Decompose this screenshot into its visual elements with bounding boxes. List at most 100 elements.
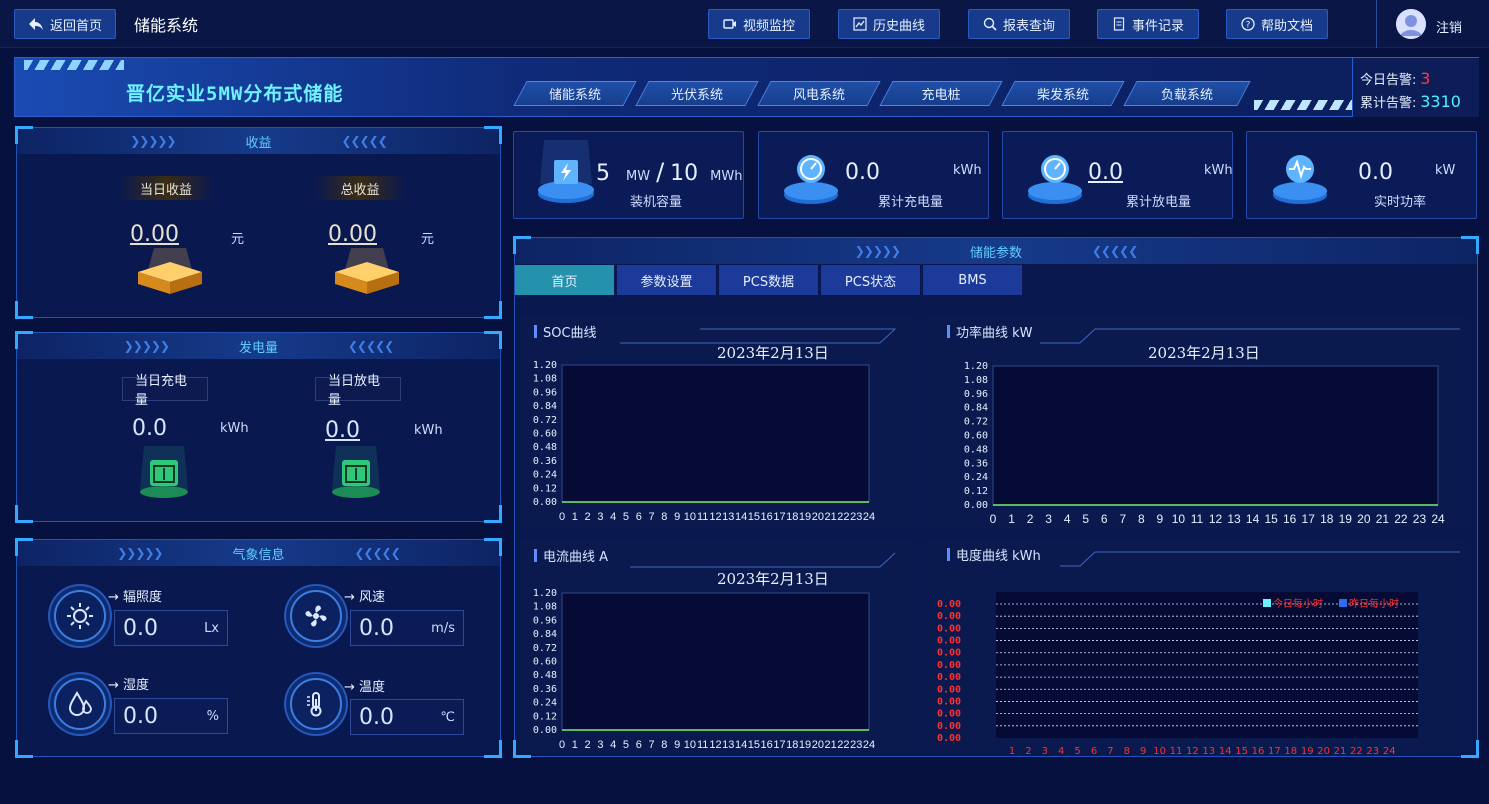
x-tick-label: 11 <box>1170 746 1183 756</box>
decorative-stripes <box>1254 100 1352 110</box>
x-tick-label: 20 <box>812 739 824 751</box>
nav-video-monitor-button[interactable]: 视频监控 <box>708 9 810 39</box>
x-tick-label: 0 <box>559 511 565 523</box>
today-income-label: 当日收益 <box>118 176 214 200</box>
x-tick-label: 15 <box>748 739 760 751</box>
x-tick-label: 16 <box>761 739 773 751</box>
x-tick-label: 17 <box>773 739 785 751</box>
x-tick-label: 17 <box>1268 746 1281 756</box>
y-tick-label: 0.24 <box>533 470 557 481</box>
y-tick-label: 0.84 <box>533 401 557 412</box>
tab-pcs-status[interactable]: PCS状态 <box>821 265 921 295</box>
back-home-button[interactable]: 返回首页 <box>14 9 116 39</box>
x-tick-label: 6 <box>636 739 642 751</box>
x-tick-label: 23 <box>1413 512 1427 526</box>
humidity-value: 0.0 <box>123 703 158 729</box>
today-income-unit: 元 <box>231 232 245 247</box>
y-tick-label: 0.36 <box>533 684 557 695</box>
plot-area <box>561 592 870 731</box>
current-chart: 1.20 1.08 0.96 0.84 0.72 0.60 0.48 0.36 0.24 0.12… <box>533 588 875 751</box>
x-tick-label: 6 <box>1091 746 1097 756</box>
x-tick-label: 3 <box>597 739 603 751</box>
x-tick-label: 21 <box>825 739 837 751</box>
today-charge-unit: kWh <box>220 421 249 436</box>
capacity-power-unit: MW <box>626 169 651 184</box>
system-tab-label: 柴发系统 <box>1036 88 1089 103</box>
storage-params-header: ❯❯❯❯❯ 储能参数 ❮❮❮❮❮ <box>515 238 1477 264</box>
plot-area <box>992 365 1439 506</box>
svg-text:?: ? <box>1246 21 1251 31</box>
today-alarm-count: 3 <box>1420 69 1431 88</box>
total-alarm[interactable]: 累计告警: 3310 <box>1360 92 1461 111</box>
power-chart: 1.20 1.08 0.96 0.84 0.72 0.60 0.48 0.36 0.24 0.12… <box>964 361 1445 526</box>
system-tab-wind[interactable]: 风电系统 <box>757 81 881 106</box>
tab-param-settings[interactable]: 参数设置 <box>617 265 717 295</box>
logout-link[interactable]: 注销 <box>1436 17 1462 36</box>
title-underline <box>630 552 896 568</box>
trend-chart-icon <box>853 17 867 31</box>
nav-help-docs-button[interactable]: ? 帮助文档 <box>1226 9 1328 39</box>
tab-home[interactable]: 首页 <box>515 265 615 295</box>
income-panel-header: ❯❯❯❯❯ 收益 ❮❮❮❮❮ <box>17 128 500 154</box>
system-tab-diesel[interactable]: 柴发系统 <box>1001 81 1125 106</box>
x-tick-label: 23 <box>850 739 862 751</box>
soc-chart-title: SOC曲线 <box>534 322 597 341</box>
thermometer-icon <box>290 678 342 730</box>
today-discharge-value: 0.0 <box>325 418 360 443</box>
nav-event-log-button[interactable]: 事件记录 <box>1097 9 1199 39</box>
x-tick-label: 4 <box>610 511 616 523</box>
x-tick-label: 18 <box>1320 512 1334 526</box>
x-tick-label: 12 <box>709 739 721 751</box>
total-income-value: 0.00 <box>328 222 377 247</box>
today-discharge-label: 当日放电量 <box>315 374 401 408</box>
x-tick-label: 9 <box>674 739 680 751</box>
system-tab-charging[interactable]: 充电桩 <box>879 81 1003 106</box>
nav-report-query-button[interactable]: 报表查询 <box>968 9 1070 39</box>
y-tick-label: 0.00 <box>937 611 961 622</box>
avatar[interactable] <box>1396 9 1426 39</box>
humidity-unit: % <box>206 708 219 724</box>
x-tick-label: 21 <box>825 511 837 523</box>
y-tick-label: 0.48 <box>533 670 557 681</box>
x-tick-label: 19 <box>1301 746 1314 756</box>
x-tick-label: 18 <box>786 511 798 523</box>
tab-pcs-data[interactable]: PCS数据 <box>719 265 819 295</box>
x-tick-label: 16 <box>1252 746 1265 756</box>
temperature-unit: ℃ <box>440 709 455 725</box>
x-tick-label: 0 <box>559 739 565 751</box>
realtime-power-unit: kW <box>1435 163 1456 178</box>
y-tick-label: 1.20 <box>533 588 557 599</box>
system-tab-label: 负载系统 <box>1160 88 1213 103</box>
system-tab-pv[interactable]: 光伏系统 <box>635 81 759 106</box>
x-tick-label: 5 <box>623 739 629 751</box>
x-tick-label: 24 <box>1383 746 1396 756</box>
y-tick-label: 0.12 <box>533 711 557 722</box>
today-alarm[interactable]: 今日告警: 3 <box>1360 69 1430 88</box>
y-tick-label: 0.00 <box>937 623 961 634</box>
tab-bms[interactable]: BMS <box>923 265 1023 295</box>
irradiance-field: 0.0 Lx <box>114 610 228 646</box>
x-tick-label: 20 <box>1357 512 1371 526</box>
system-tab-load[interactable]: 负载系统 <box>1123 81 1251 106</box>
x-tick-label: 23 <box>850 511 862 523</box>
x-tick-label: 18 <box>786 739 798 751</box>
gold-box-icon <box>138 248 202 294</box>
nav-history-curve-button[interactable]: 历史曲线 <box>838 9 940 39</box>
y-tick-label: 0.00 <box>937 684 961 695</box>
x-tick-label: 19 <box>1339 512 1353 526</box>
help-icon: ? <box>1241 17 1255 31</box>
x-tick-label: 13 <box>1227 512 1241 526</box>
temperature-label: → 温度 <box>344 680 386 695</box>
plot-area <box>996 592 1418 738</box>
nav-label: 事件记录 <box>1131 18 1184 34</box>
back-home-label: 返回首页 <box>49 18 102 34</box>
x-tick-label: 15 <box>748 511 760 523</box>
x-tick-label: 15 <box>1264 512 1278 526</box>
title-underline <box>1060 551 1460 567</box>
y-tick-label: 0.24 <box>964 472 988 483</box>
x-tick-label: 18 <box>1284 746 1297 756</box>
x-tick-label: 3 <box>597 511 603 523</box>
user-area <box>1376 0 1489 48</box>
x-tick-label: 7 <box>648 511 654 523</box>
system-tab-storage[interactable]: 储能系统 <box>513 81 637 106</box>
